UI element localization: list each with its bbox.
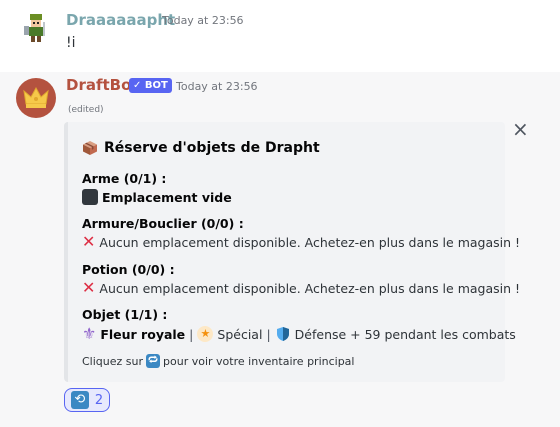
field-value-potion: ✕ Aucun emplacement disponible. Achetez-… xyxy=(82,280,520,296)
reaction-count: 2 xyxy=(94,392,104,408)
message-1: Draaaaaapht Today at 23:56 !i xyxy=(0,0,560,72)
footer-text-before: Cliquez sur xyxy=(82,354,144,368)
embed-footer-note: Cliquez sur 🔁︎ pour voir votre inventair… xyxy=(82,354,354,368)
footer-text-after: pour voir votre inventaire principal xyxy=(163,354,355,368)
cross-mark-icon: ✕ xyxy=(82,278,96,297)
timestamp: Today at 23:56 xyxy=(162,14,244,27)
timestamp: Today at 23:56 xyxy=(176,80,258,93)
star-icon: ★ xyxy=(197,326,214,342)
black-square-icon xyxy=(82,189,98,205)
pixel-knight-icon xyxy=(24,14,45,42)
field-value-text: Emplacement vide xyxy=(102,189,232,205)
message-content: !i xyxy=(66,35,76,51)
reaction-button[interactable]: ⟲ 2 xyxy=(64,388,110,412)
cross-mark-icon: ✕ xyxy=(82,232,96,251)
field-value-text: Aucun emplacement disponible. Achetez-en… xyxy=(99,280,521,296)
embed-title-text: Réserve d'objets de Drapht xyxy=(104,140,320,156)
bot-tag: ✓ BOT xyxy=(129,78,172,93)
edited-label: (edited) xyxy=(68,105,104,115)
repeat-icon: 🔁︎ xyxy=(146,354,161,368)
field-value-arme: Emplacement vide xyxy=(82,189,232,205)
field-name-objet: Objet (1/1) : xyxy=(82,307,168,322)
field-value-text: Aucun emplacement disponible. Achetez-en… xyxy=(99,234,521,250)
field-value-armure: ✕ Aucun emplacement disponible. Achetez-… xyxy=(82,234,520,250)
bot-avatar[interactable] xyxy=(16,78,56,118)
user-avatar[interactable] xyxy=(16,8,56,48)
fleur-de-lis-icon: ⚜ xyxy=(82,324,97,343)
close-icon[interactable]: × xyxy=(512,119,529,139)
separator: | xyxy=(189,326,194,342)
field-name-potion: Potion (0/0) : xyxy=(82,262,175,277)
crown-icon xyxy=(23,86,49,108)
field-name-armure: Armure/Bouclier (0/0) : xyxy=(82,216,244,231)
author-name[interactable]: DraftBot xyxy=(66,76,139,94)
author-name[interactable]: Draaaaaapht xyxy=(66,11,175,29)
field-name-arme: Arme (0/1) : xyxy=(82,171,167,186)
embed: × Réserve d'objets de Drapht Arme (0/1) … xyxy=(64,119,529,382)
field-value-objet: ⚜ Fleur royale | ★ Spécial | Défense + 5… xyxy=(82,326,516,342)
repeat-icon: ⟲ xyxy=(70,391,89,409)
separator: | xyxy=(266,326,271,342)
item-rarity: Spécial xyxy=(217,326,263,342)
embed-title: Réserve d'objets de Drapht xyxy=(82,140,320,156)
item-effect: Défense + 59 pendant les combats xyxy=(294,326,516,342)
package-icon xyxy=(83,141,97,155)
shield-icon xyxy=(276,327,289,341)
item-name: Fleur royale xyxy=(100,326,186,342)
message-2: DraftBot ✓ BOT Today at 23:56 (edited) ×… xyxy=(0,72,560,427)
